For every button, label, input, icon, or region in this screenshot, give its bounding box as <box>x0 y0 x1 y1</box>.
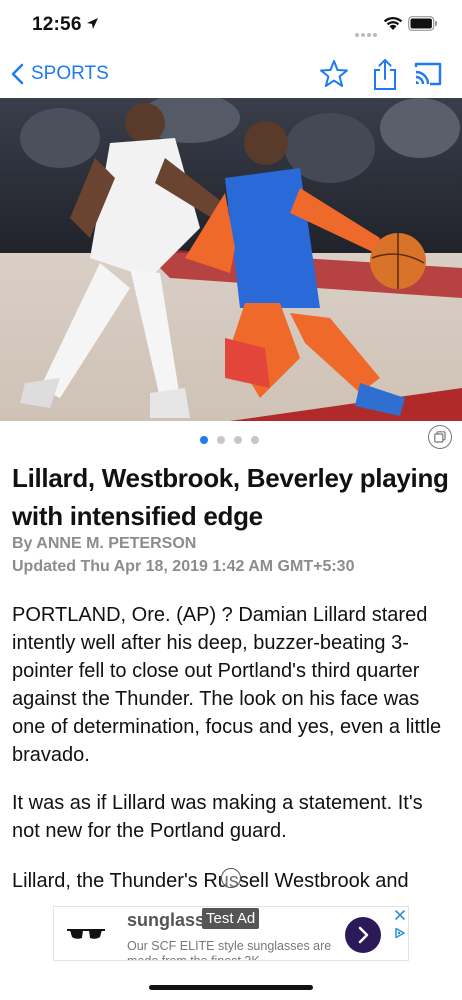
share-button[interactable] <box>369 57 401 91</box>
pager-dot[interactable] <box>251 436 259 444</box>
wifi-icon <box>383 16 403 30</box>
adchoices-icon[interactable] <box>394 927 406 939</box>
chevron-left-icon <box>11 63 24 85</box>
gallery-icon <box>434 431 446 443</box>
battery-icon <box>408 16 437 31</box>
pager-dot-active[interactable] <box>200 436 208 444</box>
star-icon <box>320 60 348 87</box>
status-bar: 12:56 <box>0 0 462 50</box>
cast-button[interactable] <box>412 57 444 91</box>
back-button-label: SPORTS <box>31 63 109 84</box>
chevron-right-icon <box>358 926 369 944</box>
cellular-signal-icon <box>355 24 379 42</box>
ad-title: sunglass <box>127 910 206 930</box>
article-paragraph: It was as if Lillard was making a statem… <box>12 792 423 842</box>
share-icon <box>374 59 396 90</box>
location-arrow-icon <box>87 18 98 29</box>
ad-open-button[interactable] <box>345 917 381 953</box>
cast-icon <box>414 62 442 86</box>
pager-dot[interactable] <box>234 436 242 444</box>
article-photo[interactable] <box>0 98 462 421</box>
pager-dot[interactable] <box>217 436 225 444</box>
gallery-button[interactable] <box>428 425 452 449</box>
article-paragraph: PORTLAND, Ore. (AP) ? Damian Lillard sta… <box>12 604 442 766</box>
touch-indicator <box>221 868 241 888</box>
ad-banner[interactable]: sunglass Test Ad Our SCF ELITE style sun… <box>53 906 409 961</box>
basketball-photo-image <box>0 98 462 421</box>
nav-bar: SPORTS <box>0 50 462 98</box>
article-updated-time: Updated Thu Apr 18, 2019 1:42 AM GMT+5:3… <box>12 558 355 575</box>
ad-description: Our SCF ELITE style sunglasses are made … <box>127 939 332 961</box>
home-indicator[interactable] <box>149 985 313 990</box>
ad-close-icon[interactable] <box>394 909 406 921</box>
article-headline: Lillard, Westbrook, Beverley playing wit… <box>12 463 449 531</box>
favorite-button[interactable] <box>318 57 350 91</box>
sunglasses-icon <box>67 929 105 939</box>
article-byline: By ANNE M. PETERSON <box>12 535 197 552</box>
image-pager[interactable] <box>0 426 462 444</box>
pager-dots <box>200 431 268 449</box>
status-time: 12:56 <box>32 14 82 35</box>
back-button[interactable]: SPORTS <box>10 60 109 88</box>
test-ad-badge: Test Ad <box>202 908 260 929</box>
